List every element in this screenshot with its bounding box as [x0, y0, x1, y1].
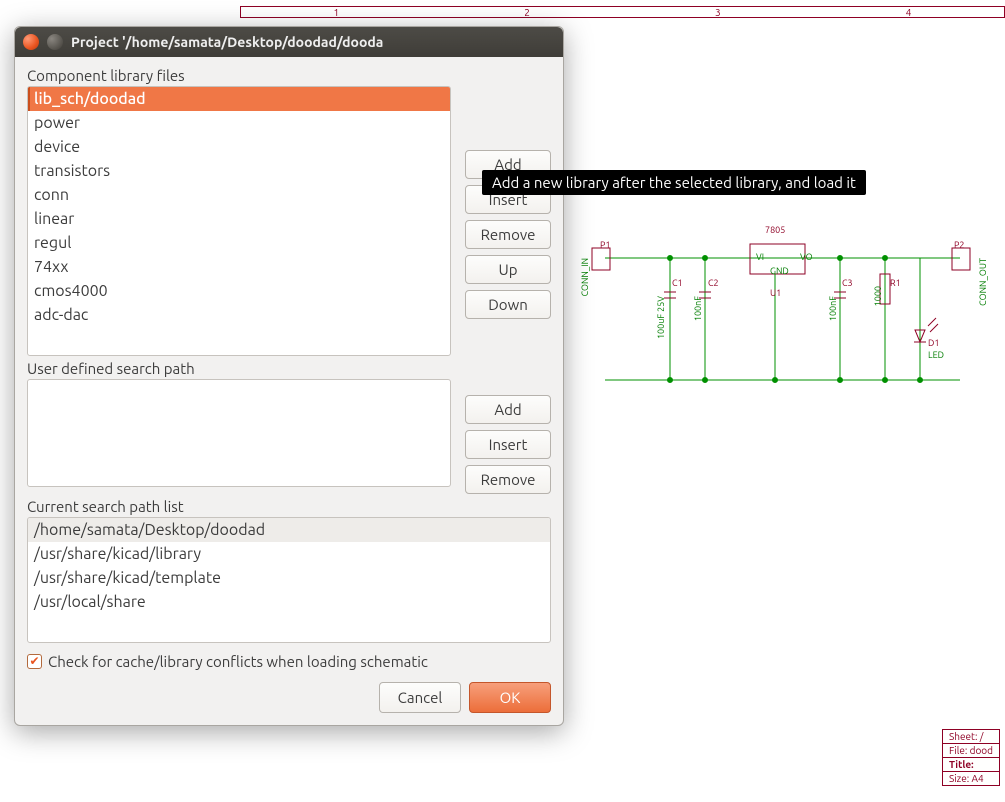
- titleblock-file: File: dood: [943, 744, 999, 758]
- library-item[interactable]: linear: [28, 207, 450, 231]
- conflict-checkbox[interactable]: ✔: [27, 654, 42, 669]
- pin-vo: VO: [800, 252, 813, 262]
- library-item[interactable]: 74xx: [28, 255, 450, 279]
- search-path-item[interactable]: /usr/share/kicad/library: [28, 542, 550, 566]
- remove-path-button[interactable]: Remove: [465, 465, 551, 494]
- titleblock-title: Title:: [943, 758, 999, 772]
- r1-ref: R1: [890, 278, 901, 288]
- library-item[interactable]: power: [28, 111, 450, 135]
- close-icon[interactable]: [23, 34, 39, 50]
- library-item[interactable]: device: [28, 135, 450, 159]
- c2-ref: C2: [708, 278, 719, 288]
- search-path-item[interactable]: /home/samata/Desktop/doodad: [28, 518, 550, 542]
- titlebar[interactable]: Project '/home/samata/Desktop/doodad/doo…: [15, 27, 563, 57]
- search-path-item[interactable]: /usr/share/kicad/template: [28, 566, 550, 590]
- library-dialog: Project '/home/samata/Desktop/doodad/doo…: [14, 26, 564, 726]
- add-button-tooltip: Add a new library after the selected lib…: [482, 170, 866, 195]
- ok-button[interactable]: OK: [469, 682, 551, 713]
- remove-library-button[interactable]: Remove: [465, 220, 551, 249]
- check-icon: ✔: [29, 656, 39, 668]
- library-item[interactable]: regul: [28, 231, 450, 255]
- chip-ref: U1: [770, 288, 781, 298]
- r1-val: 1000: [873, 286, 883, 306]
- conn-in: CONN_IN: [580, 258, 590, 296]
- p2-label: P2: [954, 240, 964, 250]
- titleblock-size: Size: A4: [943, 772, 999, 785]
- chip-name: 7805: [765, 225, 785, 235]
- move-down-button[interactable]: Down: [465, 290, 551, 319]
- ruler-tick: 1: [241, 7, 432, 17]
- insert-path-button[interactable]: Insert: [465, 430, 551, 459]
- library-listbox[interactable]: lib_sch/doodadpowerdevicetransistorsconn…: [27, 86, 451, 356]
- pin-vi: VI: [756, 252, 764, 262]
- d1-ref: D1: [928, 338, 939, 348]
- p1-label: P1: [600, 240, 610, 250]
- titleblock: Sheet: / File: dood Title: Size: A4: [942, 729, 1000, 786]
- c1-ref: C1: [672, 278, 683, 288]
- d1-val: LED: [928, 350, 944, 360]
- dialog-title: Project '/home/samata/Desktop/doodad/doo…: [71, 34, 555, 50]
- add-path-button[interactable]: Add: [465, 395, 551, 424]
- move-up-button[interactable]: Up: [465, 255, 551, 284]
- current-path-listbox[interactable]: /home/samata/Desktop/doodad/usr/share/ki…: [27, 517, 551, 643]
- library-item[interactable]: cmos4000: [28, 279, 450, 303]
- ruler: 1 2 3 4: [240, 6, 1005, 18]
- library-item[interactable]: lib_sch/doodad: [28, 87, 450, 111]
- component-library-label: Component library files: [27, 67, 551, 84]
- user-search-path-label: User defined search path: [27, 360, 551, 377]
- conflict-checkbox-label: Check for cache/library conflicts when l…: [48, 653, 428, 670]
- c2-val: 100nF: [693, 296, 703, 321]
- c1-val: 100uF 25V: [656, 296, 666, 339]
- c3-ref: C3: [842, 278, 853, 288]
- minimize-icon[interactable]: [47, 34, 63, 50]
- pin-gnd: GND: [770, 266, 789, 276]
- ruler-tick: 4: [813, 7, 1004, 17]
- cancel-button[interactable]: Cancel: [379, 682, 461, 713]
- library-item[interactable]: conn: [28, 183, 450, 207]
- ruler-tick: 3: [623, 7, 814, 17]
- user-path-listbox[interactable]: [27, 379, 451, 487]
- search-path-item[interactable]: /usr/local/share: [28, 590, 550, 614]
- current-path-label: Current search path list: [27, 498, 551, 515]
- ruler-tick: 2: [432, 7, 623, 17]
- titleblock-sheet: Sheet: /: [943, 730, 999, 744]
- library-item[interactable]: transistors: [28, 159, 450, 183]
- circuit-drawing: [590, 230, 990, 400]
- library-item[interactable]: adc-dac: [28, 303, 450, 327]
- conn-out: CONN_OUT: [978, 258, 988, 306]
- c3-val: 100nF: [828, 296, 838, 321]
